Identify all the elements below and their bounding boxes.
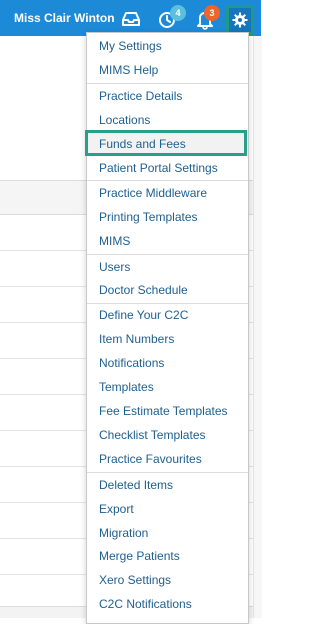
menu-item-item-numbers[interactable]: Item Numbers bbox=[99, 329, 174, 349]
menu-separator bbox=[87, 303, 248, 304]
gear-icon bbox=[232, 12, 248, 28]
menu-item-c2c-notifications[interactable]: C2C Notifications bbox=[99, 594, 192, 614]
menu-item-notifications[interactable]: Notifications bbox=[99, 353, 164, 373]
inbox-icon[interactable] bbox=[120, 8, 142, 30]
settings-dropdown-menu: My Settings MIMS Help Practice Details L… bbox=[85, 32, 249, 624]
settings-gear-button[interactable] bbox=[226, 5, 254, 35]
menu-item-practice-favourites[interactable]: Practice Favourites bbox=[99, 449, 202, 469]
menu-item-patient-portal-settings[interactable]: Patient Portal Settings bbox=[99, 158, 218, 178]
menu-separator bbox=[87, 254, 248, 255]
menu-item-doctor-schedule[interactable]: Doctor Schedule bbox=[99, 280, 188, 300]
menu-item-deleted-items[interactable]: Deleted Items bbox=[99, 475, 173, 495]
menu-item-practice-middleware[interactable]: Practice Middleware bbox=[99, 183, 207, 203]
menu-separator bbox=[87, 472, 248, 473]
notifications-count-badge: 3 bbox=[204, 5, 220, 21]
menu-item-checklist-templates[interactable]: Checklist Templates bbox=[99, 425, 206, 445]
menu-item-merge-patients[interactable]: Merge Patients bbox=[99, 546, 180, 566]
menu-item-migration[interactable]: Migration bbox=[99, 523, 148, 543]
menu-item-templates[interactable]: Templates bbox=[99, 377, 154, 397]
menu-item-printing-templates[interactable]: Printing Templates bbox=[99, 207, 198, 227]
menu-item-users[interactable]: Users bbox=[99, 257, 130, 277]
menu-item-locations[interactable]: Locations bbox=[99, 110, 150, 130]
menu-item-mims[interactable]: MIMS bbox=[99, 231, 130, 251]
menu-item-mims-help[interactable]: MIMS Help bbox=[99, 60, 158, 80]
menu-separator bbox=[87, 83, 248, 84]
menu-item-export[interactable]: Export bbox=[99, 499, 134, 519]
menu-item-fee-estimate-templates[interactable]: Fee Estimate Templates bbox=[99, 401, 228, 421]
scrollbar-track[interactable] bbox=[253, 36, 262, 617]
menu-item-funds-and-fees[interactable]: Funds and Fees bbox=[99, 134, 186, 154]
menu-separator bbox=[87, 180, 248, 181]
menu-item-my-settings[interactable]: My Settings bbox=[99, 36, 162, 56]
menu-item-define-your-c2c[interactable]: Define Your C2C bbox=[99, 305, 188, 325]
menu-item-xero-settings[interactable]: Xero Settings bbox=[99, 570, 171, 590]
user-name[interactable]: Miss Clair Winton bbox=[14, 11, 115, 25]
reminders-count-badge: 4 bbox=[170, 5, 186, 21]
top-nav-bar: Miss Clair Winton 4 3 bbox=[0, 0, 261, 36]
menu-item-practice-details[interactable]: Practice Details bbox=[99, 86, 182, 106]
